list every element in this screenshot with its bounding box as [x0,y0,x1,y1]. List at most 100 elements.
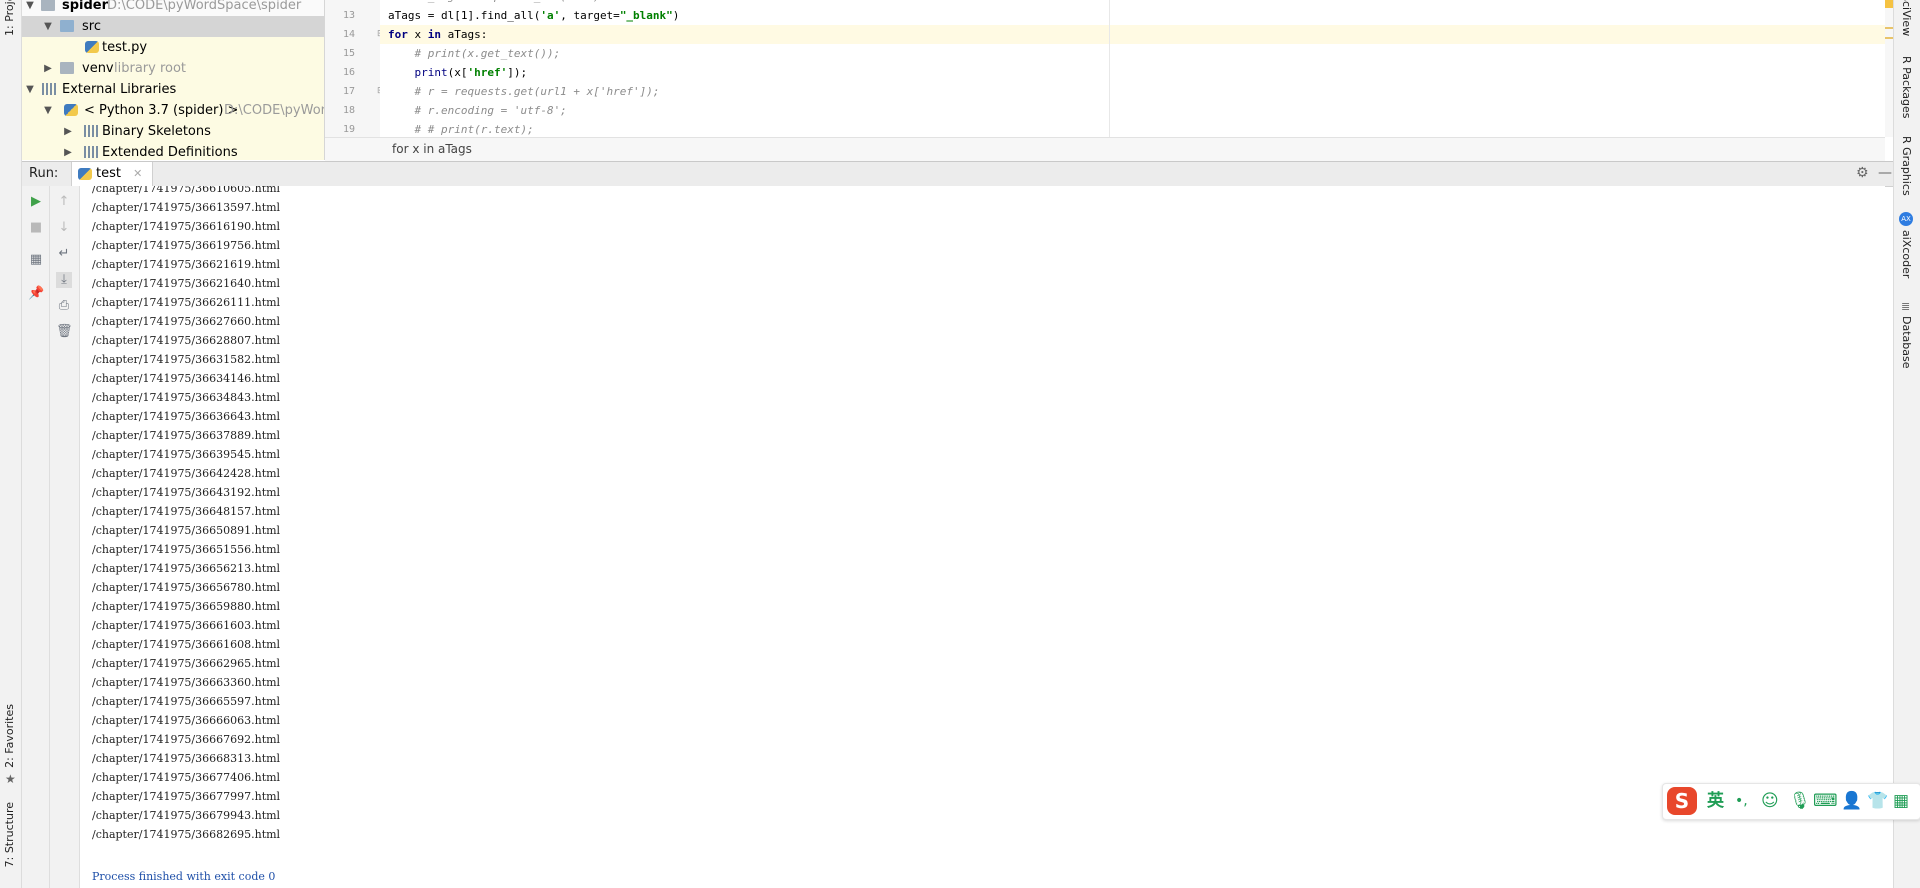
chevron-down-icon[interactable]: ▼ [24,79,36,100]
line-number: 14 [342,29,355,40]
sogou-logo-icon[interactable]: S [1667,787,1697,815]
tree-item-extended-definitions[interactable]: ▶ Extended Definitions [22,142,324,160]
line-number: 16 [342,67,355,78]
code-editor[interactable]: dl_tag = soup.find_all('dl') aTags = dl[… [380,0,1885,137]
tree-item-venv[interactable]: ▶ venv library root [22,58,324,79]
soft-wrap-icon[interactable]: ↵ [56,246,72,262]
ime-punctuation-toggle[interactable]: •, [1735,790,1748,812]
minimize-icon[interactable]: — [1878,165,1892,181]
stripe-mark[interactable] [1885,27,1893,29]
print-icon[interactable]: ⎙ [56,298,72,314]
line-number: 18 [342,105,355,116]
warning-marker-icon[interactable] [1885,0,1893,8]
console-line: /chapter/1741975/36621640.html [92,277,281,290]
r-graphics-tool-tab[interactable]: R Graphics [1900,136,1913,196]
tree-item-src[interactable]: ▼ src [22,16,324,37]
tree-item-binary-skeletons[interactable]: ▶ Binary Skeletons [22,121,324,142]
run-tab-test[interactable]: test ✕ [71,162,154,186]
editor-gutter: 12 13 14 15 16 17 18 19 ⊟ ⊟ [325,0,385,137]
console-line: /chapter/1741975/36677997.html [92,790,281,803]
project-tool-tab[interactable]: 1: Project [3,0,16,36]
run-panel-title: Run: [29,166,59,181]
process-exit-message: Process finished with exit code 0 [92,870,276,883]
tree-item-label: test.py [102,40,148,55]
gear-icon[interactable]: ⚙ [1856,165,1869,181]
trash-icon[interactable]: 🗑 [56,324,73,340]
console-line: /chapter/1741975/36642428.html [92,467,281,480]
right-margin-guide [1109,0,1110,137]
arrow-down-icon[interactable]: ↓ [56,220,72,236]
console-line: /chapter/1741975/36662965.html [92,657,281,670]
console-line: /chapter/1741975/36661608.html [92,638,281,651]
emoji-icon[interactable]: ☺ [1761,790,1779,812]
console-line: /chapter/1741975/36613597.html [92,201,281,214]
restore-layout-icon[interactable]: ▦ [28,252,44,268]
tree-item-label: spider [62,0,109,13]
console-line: /chapter/1741975/36621619.html [92,258,281,271]
stripe-mark[interactable] [1885,37,1893,39]
line-number: 19 [342,124,355,135]
tree-item-test-py[interactable]: test.py [22,37,324,58]
console-line: /chapter/1741975/36610605.html [92,186,281,195]
skin-shirt-icon[interactable]: 👕 [1867,790,1888,812]
close-icon[interactable]: ✕ [133,167,142,180]
breadcrumb-item[interactable]: for x in aTags [392,142,472,156]
code-line: for x in aTags: [388,28,488,41]
console-line: /chapter/1741975/36634843.html [92,391,281,404]
aixcoder-icon: AX [1899,212,1913,226]
arrow-up-icon[interactable]: ↑ [56,194,72,210]
library-icon [84,146,98,158]
console-line: /chapter/1741975/36637889.html [92,429,281,442]
console-line: /chapter/1741975/36639545.html [92,448,281,461]
chevron-down-icon[interactable]: ▼ [42,100,54,121]
chevron-down-icon[interactable]: ▼ [24,0,36,16]
run-toolbar-primary: ▶ ■ ▦ 📌 [22,186,50,888]
sciview-tool-tab[interactable]: SciView [1900,0,1913,38]
keyboard-icon[interactable]: ⌨ [1813,790,1838,812]
chevron-right-icon[interactable]: ▶ [62,142,74,160]
chevron-right-icon[interactable]: ▶ [42,58,54,79]
console-line: /chapter/1741975/36661603.html [92,619,281,632]
toolbox-grid-icon[interactable]: ▦ [1893,790,1909,812]
console-line: /chapter/1741975/36634146.html [92,372,281,385]
tree-item-label: Binary Skeletons [102,124,211,139]
pin-tab-icon[interactable]: 📌 [28,286,44,302]
console-line: /chapter/1741975/36659880.html [92,600,281,613]
console-line: /chapter/1741975/36616190.html [92,220,281,233]
editor-breadcrumb[interactable]: for x in aTags [325,137,1885,161]
tree-item-label: Extended Definitions [102,145,238,160]
stop-icon[interactable]: ■ [28,220,44,236]
library-icon [42,83,56,95]
microphone-icon[interactable]: 🎙 [1789,790,1811,812]
ime-mode-toggle[interactable]: 英 [1707,790,1724,812]
code-line: # r = requests.get(url1 + x['href']); [388,85,660,98]
scroll-to-end-icon[interactable]: ⤓ [56,272,72,288]
console-line: /chapter/1741975/36668313.html [92,752,281,765]
favorites-tool-tab[interactable]: 2: Favorites [3,704,16,768]
tree-item-spider[interactable]: ▼ spider D:\CODE\pyWordSpace\spider [22,0,324,16]
tree-item-label: External Libraries [62,82,177,97]
database-tool-tab[interactable]: Database [1900,316,1913,369]
console-line: /chapter/1741975/36627660.html [92,315,281,328]
error-stripe[interactable] [1885,0,1893,137]
console-line: /chapter/1741975/36667692.html [92,733,281,746]
r-packages-tool-tab[interactable]: R Packages [1900,56,1913,118]
line-number: 12 [325,0,355,2]
run-toolbar-secondary: ↑ ↓ ↵ ⤓ ⎙ 🗑 [50,186,80,888]
user-icon[interactable]: 👤 [1841,790,1862,812]
right-tool-strip: SciView R Packages R Graphics AX aiXcode… [1893,0,1920,888]
console-line: /chapter/1741975/36626111.html [92,296,281,309]
console-line: /chapter/1741975/36665597.html [92,695,281,708]
tree-item-hint: library root [114,61,187,76]
chevron-down-icon[interactable]: ▼ [42,16,54,37]
tree-item-external-libraries[interactable]: ▼ External Libraries [22,79,324,100]
run-console-output[interactable]: /chapter/1741975/36610605.html /chapter/… [80,186,1885,888]
console-line: /chapter/1741975/36631582.html [92,353,281,366]
tree-item-label: src [82,19,101,34]
structure-tool-tab[interactable]: 7: Structure [3,802,16,867]
rerun-icon[interactable]: ▶ [28,194,44,210]
tree-item-python-sdk[interactable]: ▼ < Python 3.7 (spider) > D:\CODE\pyWord [22,100,324,121]
chevron-right-icon[interactable]: ▶ [62,121,74,142]
run-tab-label: test [96,166,121,181]
aixcoder-tool-tab[interactable]: aiXcoder [1900,230,1913,278]
